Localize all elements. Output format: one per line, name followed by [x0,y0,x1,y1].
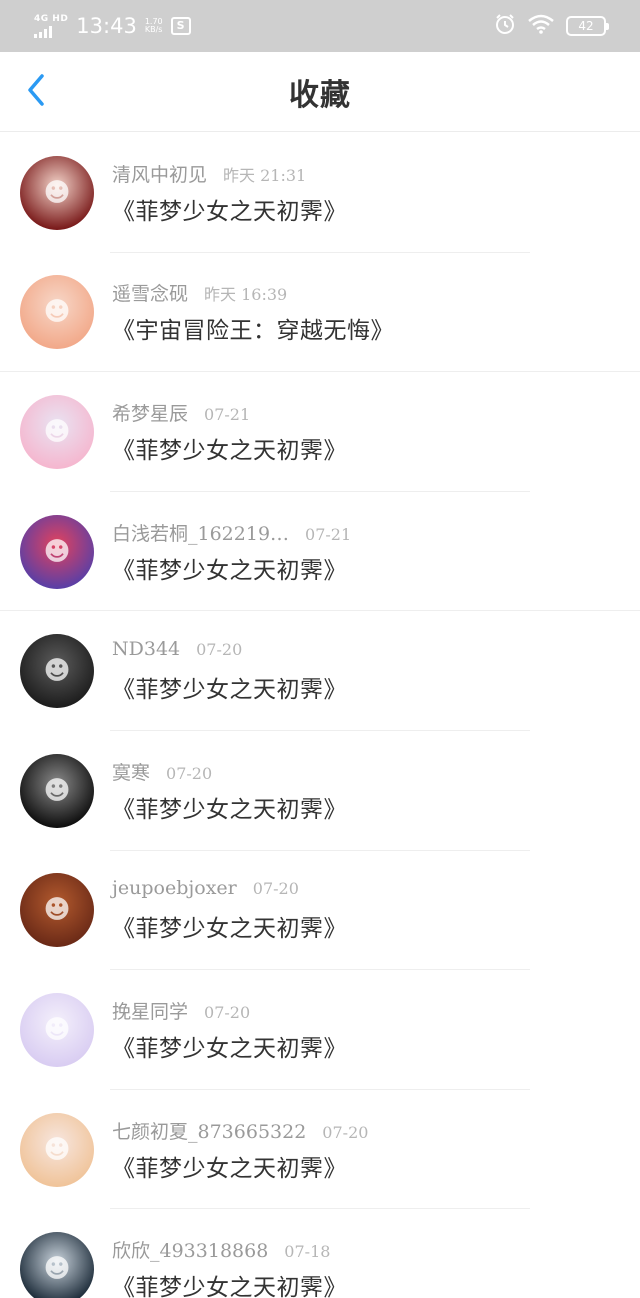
avatar[interactable]: ☻ [20,1112,94,1187]
list-item[interactable]: ☻ 清风中初见 昨天 21:31 《菲梦少女之天初霁》 [0,133,640,253]
clock: 13:43 [76,14,137,38]
item-date: 昨天 21:31 [223,165,307,185]
user-name[interactable]: 希梦星辰 [112,399,188,426]
item-date: 07-20 [204,1002,251,1022]
list-item[interactable]: ☻ ND344 07-20 《菲梦少女之天初霁》 [0,611,640,731]
avatar[interactable]: ☻ [20,992,94,1067]
status-left: 4G HD 13:43 1.70 KB/s S [34,14,191,38]
avatar-portrait-icon: ☻ [43,297,71,328]
avatar-portrait-icon: ☻ [43,895,71,926]
list-item[interactable]: ☻ 寞寒 07-20 《菲梦少女之天初霁》 [0,731,640,851]
list-item[interactable]: ☻ 希梦星辰 07-21 《菲梦少女之天初霁》 [0,372,640,492]
avatar[interactable]: ☻ [20,753,94,828]
avatar-portrait-icon: ☻ [43,656,71,687]
network-type: 4G HD [34,13,69,24]
status-right: 42 [494,13,609,39]
avatar-portrait-icon: ☻ [43,775,71,806]
avatar-portrait-icon: ☻ [43,416,71,447]
item-texts: 遥雪念砚 昨天 16:39 《宇宙冒险王：穿越无悔》 [112,279,394,345]
avatar[interactable]: ☻ [20,634,94,709]
item-date: 07-21 [204,404,251,424]
chevron-left-icon [26,73,46,111]
signal-icon [34,25,52,38]
item-meta: 欣欣_493318868 07-18 [112,1236,347,1266]
book-title[interactable]: 《菲梦少女之天初霁》 [112,1149,368,1183]
avatar-portrait-icon: ☻ [43,1134,71,1165]
user-name[interactable]: 挽星同学 [112,997,188,1024]
list-item[interactable]: ☻ jeupoebjoxer 07-20 《菲梦少女之天初霁》 [0,851,640,971]
book-title[interactable]: 《菲梦少女之天初霁》 [112,431,347,465]
item-date: 07-20 [252,879,299,899]
avatar-portrait-icon: ☻ [43,177,71,208]
item-meta: 白浅若桐_162219… 07-21 [112,519,351,549]
avatar[interactable]: ☻ [20,1232,94,1298]
network-indicator: 4G HD [34,13,69,38]
item-date: 07-21 [305,524,352,544]
user-name[interactable]: 清风中初见 [112,160,207,187]
item-date: 07-20 [196,640,243,660]
book-title[interactable]: 《菲梦少女之天初霁》 [112,551,351,585]
battery-level: 42 [578,19,594,33]
item-texts: 清风中初见 昨天 21:31 《菲梦少女之天初霁》 [112,160,347,226]
favorites-list: ☻ 清风中初见 昨天 21:31 《菲梦少女之天初霁》 ☻ 遥雪念砚 昨天 16… [0,133,640,1298]
user-name[interactable]: 寞寒 [112,758,150,785]
user-name[interactable]: jeupoebjoxer [112,877,237,899]
page-title: 收藏 [289,77,351,113]
list-item[interactable]: ☻ 七颜初夏_873665322 07-20 《菲梦少女之天初霁》 [0,1090,640,1210]
item-date: 07-20 [166,763,213,783]
book-title[interactable]: 《宇宙冒险王：穿越无悔》 [112,311,394,345]
item-texts: 七颜初夏_873665322 07-20 《菲梦少女之天初霁》 [112,1117,368,1183]
item-meta: 寞寒 07-20 [112,758,347,788]
back-button[interactable] [18,70,54,114]
item-meta: 七颜初夏_873665322 07-20 [112,1117,368,1147]
item-texts: ND344 07-20 《菲梦少女之天初霁》 [112,638,347,704]
book-title[interactable]: 《菲梦少女之天初霁》 [112,790,347,824]
item-meta: 希梦星辰 07-21 [112,399,347,429]
item-meta: 遥雪念砚 昨天 16:39 [112,279,394,309]
item-texts: 白浅若桐_162219… 07-21 《菲梦少女之天初霁》 [112,519,351,585]
book-title[interactable]: 《菲梦少女之天初霁》 [112,670,347,704]
item-meta: ND344 07-20 [112,638,347,668]
user-name[interactable]: 七颜初夏_873665322 [112,1117,306,1144]
user-name[interactable]: 欣欣_493318868 [112,1236,268,1263]
item-date: 07-20 [322,1122,369,1142]
avatar[interactable]: ☻ [20,873,94,948]
status-bar: 4G HD 13:43 1.70 KB/s S 42 [0,0,640,52]
item-texts: 欣欣_493318868 07-18 《菲梦少女之天初霁》 [112,1236,347,1298]
list-item[interactable]: ☻ 遥雪念砚 昨天 16:39 《宇宙冒险王：穿越无悔》 [0,253,640,373]
item-date: 昨天 16:39 [204,285,288,305]
list-item[interactable]: ☻ 欣欣_493318868 07-18 《菲梦少女之天初霁》 [0,1209,640,1298]
item-date: 07-18 [284,1242,331,1262]
avatar[interactable]: ☻ [20,275,94,350]
book-title[interactable]: 《菲梦少女之天初霁》 [112,192,347,226]
speed-unit: KB/s [144,25,163,34]
user-name[interactable]: 白浅若桐_162219… [112,519,289,546]
user-name[interactable]: ND344 [112,638,180,660]
list-item[interactable]: ☻ 白浅若桐_162219… 07-21 《菲梦少女之天初霁》 [0,492,640,612]
avatar[interactable]: ☻ [20,394,94,469]
item-meta: 清风中初见 昨天 21:31 [112,160,347,190]
book-title[interactable]: 《菲梦少女之天初霁》 [112,909,347,943]
book-title[interactable]: 《菲梦少女之天初霁》 [112,1268,347,1298]
book-title[interactable]: 《菲梦少女之天初霁》 [112,1029,347,1063]
network-speed: 1.70 KB/s [145,18,163,34]
item-texts: 寞寒 07-20 《菲梦少女之天初霁》 [112,758,347,824]
battery-icon: 42 [566,16,609,36]
item-texts: 挽星同学 07-20 《菲梦少女之天初霁》 [112,997,347,1063]
wifi-icon [528,14,554,38]
sim-icon: S [170,17,191,35]
item-meta: 挽星同学 07-20 [112,997,347,1027]
avatar-portrait-icon: ☻ [43,1014,71,1045]
item-meta: jeupoebjoxer 07-20 [112,877,347,907]
alarm-icon [494,13,516,39]
user-name[interactable]: 遥雪念砚 [112,279,188,306]
avatar[interactable]: ☻ [20,155,94,230]
header: 收藏 [0,52,640,132]
avatar-portrait-icon: ☻ [43,1254,71,1285]
list-item[interactable]: ☻ 挽星同学 07-20 《菲梦少女之天初霁》 [0,970,640,1090]
avatar-portrait-icon: ☻ [43,536,71,567]
avatar[interactable]: ☻ [20,514,94,589]
item-texts: 希梦星辰 07-21 《菲梦少女之天初霁》 [112,399,347,465]
item-texts: jeupoebjoxer 07-20 《菲梦少女之天初霁》 [112,877,347,943]
